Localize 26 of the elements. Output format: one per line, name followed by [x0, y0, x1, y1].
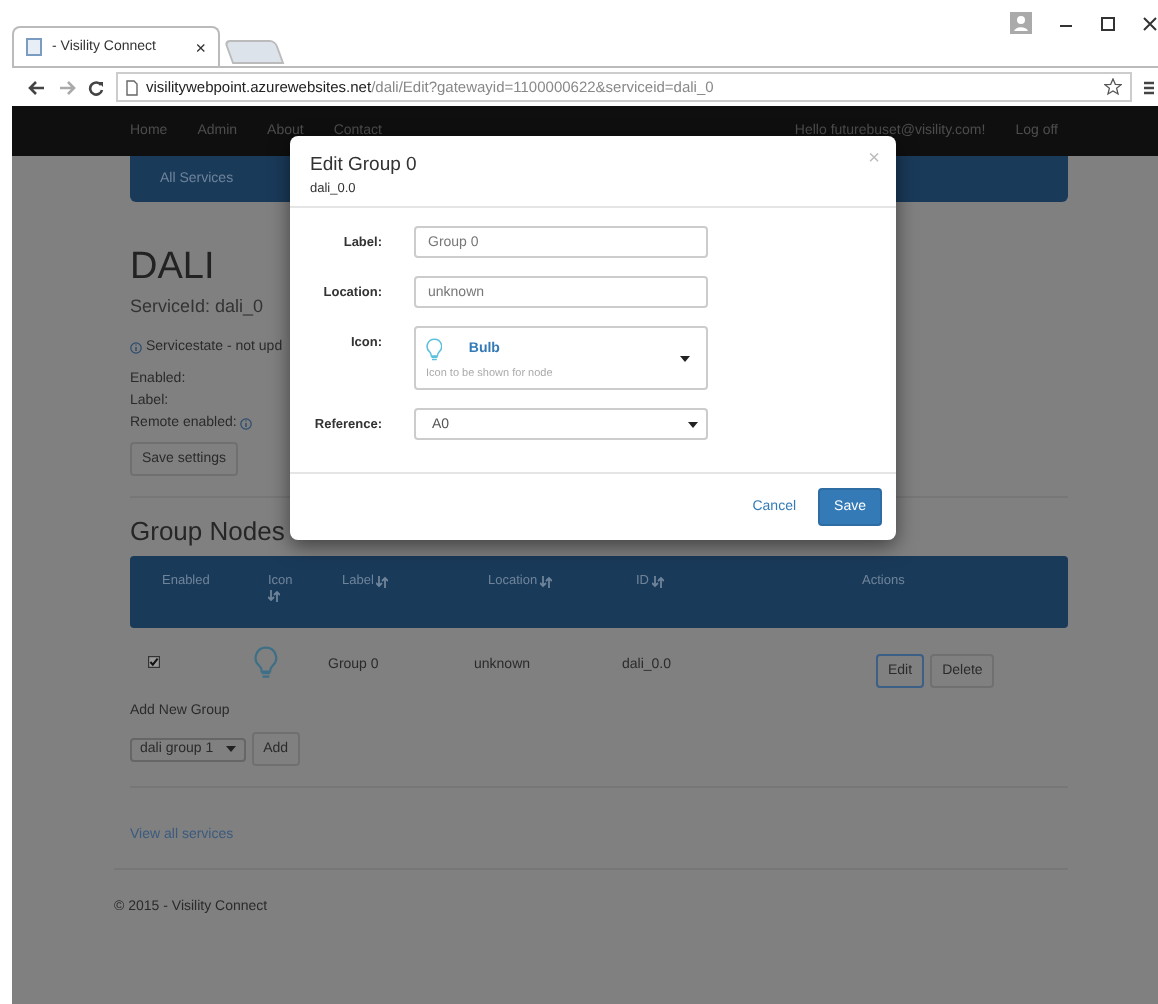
bulb-icon	[426, 337, 443, 361]
star-icon[interactable]	[1104, 78, 1122, 96]
section-title: Group Nodes	[130, 516, 287, 546]
checkbox[interactable]	[148, 656, 160, 668]
page-title: DALI	[130, 246, 217, 290]
sort-icon[interactable]	[539, 575, 552, 587]
sort-icon[interactable]	[375, 575, 388, 587]
info-icon	[130, 341, 142, 353]
maximize-icon[interactable]	[1100, 15, 1116, 31]
page-icon	[126, 79, 138, 95]
service-id: ServiceId: dali_0	[130, 296, 266, 316]
sort-icon[interactable]	[268, 590, 280, 602]
bulb-icon	[254, 645, 278, 679]
dialog-title: Edit Group 0	[310, 154, 417, 176]
close-icon[interactable]: ×	[195, 37, 206, 57]
reload-icon[interactable]	[88, 79, 104, 95]
close-icon[interactable]	[1142, 15, 1158, 31]
back-icon[interactable]	[28, 79, 46, 95]
sort-icon[interactable]	[651, 575, 663, 587]
caret-icon	[688, 421, 698, 427]
caret-icon	[225, 746, 236, 752]
info-icon	[240, 417, 253, 429]
caret-icon	[680, 355, 690, 361]
page-icon	[26, 38, 42, 56]
menu-icon[interactable]	[1144, 79, 1154, 95]
close-icon[interactable]: ×	[868, 148, 880, 170]
